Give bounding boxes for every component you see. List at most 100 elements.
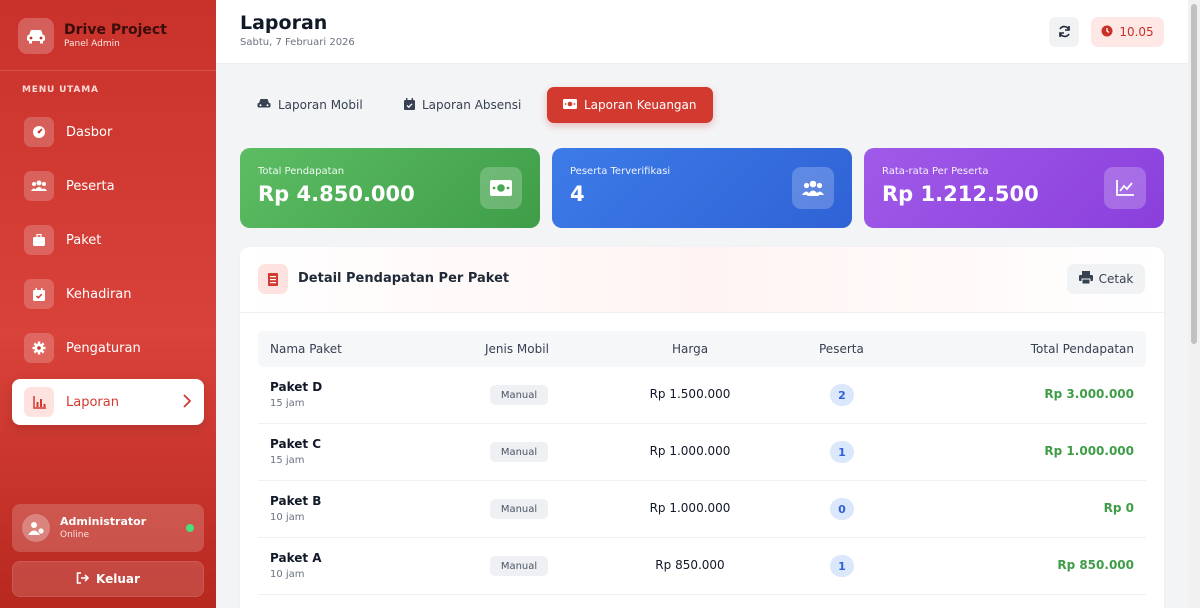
clock-badge: 10.05: [1091, 17, 1164, 47]
package-name: Paket D: [270, 380, 323, 394]
print-label: Cetak: [1098, 272, 1134, 286]
user-status: Online: [60, 530, 90, 540]
logout-icon: [76, 571, 90, 587]
package-hours: 10 jam: [270, 512, 305, 523]
dashboard-icon: [24, 117, 54, 147]
clock-time: 10.05: [1119, 25, 1154, 39]
package-hours: 10 jam: [270, 569, 305, 580]
brand: Drive Project Panel Admin: [18, 18, 167, 54]
print-button[interactable]: Cetak: [1067, 264, 1145, 294]
clock-icon: [1101, 25, 1113, 40]
sidebar-item-label: Laporan: [66, 394, 119, 410]
tab-label: Laporan Absensi: [422, 98, 522, 112]
package-price: Rp 1.500.000: [649, 387, 731, 401]
table-row: Paket A 10 jam Manual Rp 850.000 1 Rp 85…: [258, 538, 1146, 595]
package-total: Rp 850.000: [1057, 558, 1134, 572]
package-hours: 15 jam: [270, 398, 305, 409]
package-price: Rp 1.000.000: [649, 444, 731, 458]
tab-laporan-absensi[interactable]: Laporan Absensi: [388, 87, 537, 123]
car-type-badge: Manual: [490, 385, 548, 405]
column-header: Total Pendapatan: [1030, 342, 1134, 356]
car-type-badge: Manual: [490, 556, 548, 576]
header: Laporan Sabtu, 7 Februari 2026 10.05: [216, 0, 1188, 64]
money-icon: [563, 98, 577, 112]
column-header: Peserta: [819, 342, 864, 356]
sidebar-item-label: Pengaturan: [66, 340, 141, 356]
gear-icon: [24, 333, 54, 363]
users-icon: [24, 171, 54, 201]
sidebar-item-dasbor[interactable]: Dasbor: [12, 109, 204, 155]
line-chart-icon: [1104, 167, 1146, 209]
sidebar-item-peserta[interactable]: Peserta: [12, 163, 204, 209]
tab-label: Laporan Mobil: [278, 98, 363, 112]
car-type-badge: Manual: [490, 499, 548, 519]
package-name: Paket A: [270, 551, 322, 565]
printer-icon: [1078, 271, 1093, 287]
sidebar-item-label: Kehadiran: [66, 286, 132, 302]
package-total: Rp 3.000.000: [1044, 387, 1134, 401]
sidebar-item-kehadiran[interactable]: Kehadiran: [12, 271, 204, 317]
stat-value: Rp 4.850.000: [258, 182, 415, 206]
revenue-table: Nama Paket Jenis Mobil Harga Peserta Tot…: [258, 331, 1146, 595]
package-price: Rp 1.000.000: [649, 501, 731, 515]
column-header: Harga: [672, 342, 709, 356]
sidebar-item-label: Paket: [66, 232, 102, 248]
tab-label: Laporan Keuangan: [584, 98, 697, 112]
tab-laporan-keuangan[interactable]: Laporan Keuangan: [547, 87, 713, 123]
stat-card-rata-rata: Rata-rata Per Peserta Rp 1.212.500: [864, 148, 1164, 228]
sidebar: Drive Project Panel Admin MENU UTAMA Das…: [0, 0, 216, 608]
brand-subtitle: Panel Admin: [64, 39, 120, 49]
calendar-check-icon: [24, 279, 54, 309]
panel-header: Detail Pendapatan Per Paket Cetak: [240, 247, 1164, 313]
avatar: [22, 514, 50, 542]
stat-value: Rp 1.212.500: [882, 182, 1039, 206]
table-header: Nama Paket Jenis Mobil Harga Peserta Tot…: [258, 331, 1146, 367]
briefcase-icon: [24, 225, 54, 255]
stat-card-peserta-terverifikasi: Peserta Terverifikasi 4: [552, 148, 852, 228]
column-header: Nama Paket: [270, 342, 342, 356]
sidebar-item-pengaturan[interactable]: Pengaturan: [12, 325, 204, 371]
table-row: Paket B 10 jam Manual Rp 1.000.000 0 Rp …: [258, 481, 1146, 538]
user-name: Administrator: [60, 515, 147, 528]
page-scrollbar[interactable]: [1188, 0, 1200, 608]
stat-value: 4: [570, 182, 585, 206]
sidebar-item-paket[interactable]: Paket: [12, 217, 204, 263]
online-indicator: [186, 524, 194, 532]
package-name: Paket C: [270, 437, 322, 451]
sidebar-item-label: Peserta: [66, 178, 115, 194]
chevron-right-icon: [182, 393, 192, 413]
calendar-icon: [404, 97, 415, 113]
page-date: Sabtu, 7 Februari 2026: [240, 37, 355, 48]
document-icon: [258, 264, 288, 294]
stat-label: Total Pendapatan: [258, 166, 345, 177]
participant-count-badge: 1: [830, 441, 854, 463]
panel-title: Detail Pendapatan Per Paket: [298, 271, 510, 286]
money-icon: [480, 167, 522, 209]
table-row: Paket C 15 jam Manual Rp 1.000.000 1 Rp …: [258, 424, 1146, 481]
package-total: Rp 0: [1103, 501, 1134, 515]
package-name: Paket B: [270, 494, 322, 508]
column-header: Jenis Mobil: [485, 342, 549, 356]
car-type-badge: Manual: [490, 442, 548, 462]
user-card[interactable]: Administrator Online: [12, 504, 204, 552]
participant-count-badge: 2: [830, 384, 854, 406]
package-price: Rp 850.000: [655, 558, 725, 572]
logout-label: Keluar: [96, 572, 140, 586]
brand-title: Drive Project: [64, 22, 167, 38]
sidebar-item-label: Dasbor: [66, 124, 113, 140]
revenue-detail-panel: Detail Pendapatan Per Paket Cetak Nama P…: [240, 247, 1164, 608]
tab-laporan-mobil[interactable]: Laporan Mobil: [241, 87, 379, 123]
page-title: Laporan: [240, 12, 328, 34]
users-icon: [792, 167, 834, 209]
refresh-icon: [1058, 23, 1071, 42]
menu-title: MENU UTAMA: [22, 85, 99, 95]
sidebar-divider: [0, 70, 216, 71]
refresh-button[interactable]: [1049, 17, 1079, 47]
stat-label: Rata-rata Per Peserta: [882, 166, 989, 177]
car-logo-icon: [18, 18, 54, 54]
scrollbar-thumb[interactable]: [1191, 4, 1197, 344]
logout-button[interactable]: Keluar: [12, 561, 204, 597]
sidebar-item-laporan[interactable]: Laporan: [12, 379, 204, 425]
car-icon: [257, 98, 271, 112]
package-total: Rp 1.000.000: [1044, 444, 1134, 458]
